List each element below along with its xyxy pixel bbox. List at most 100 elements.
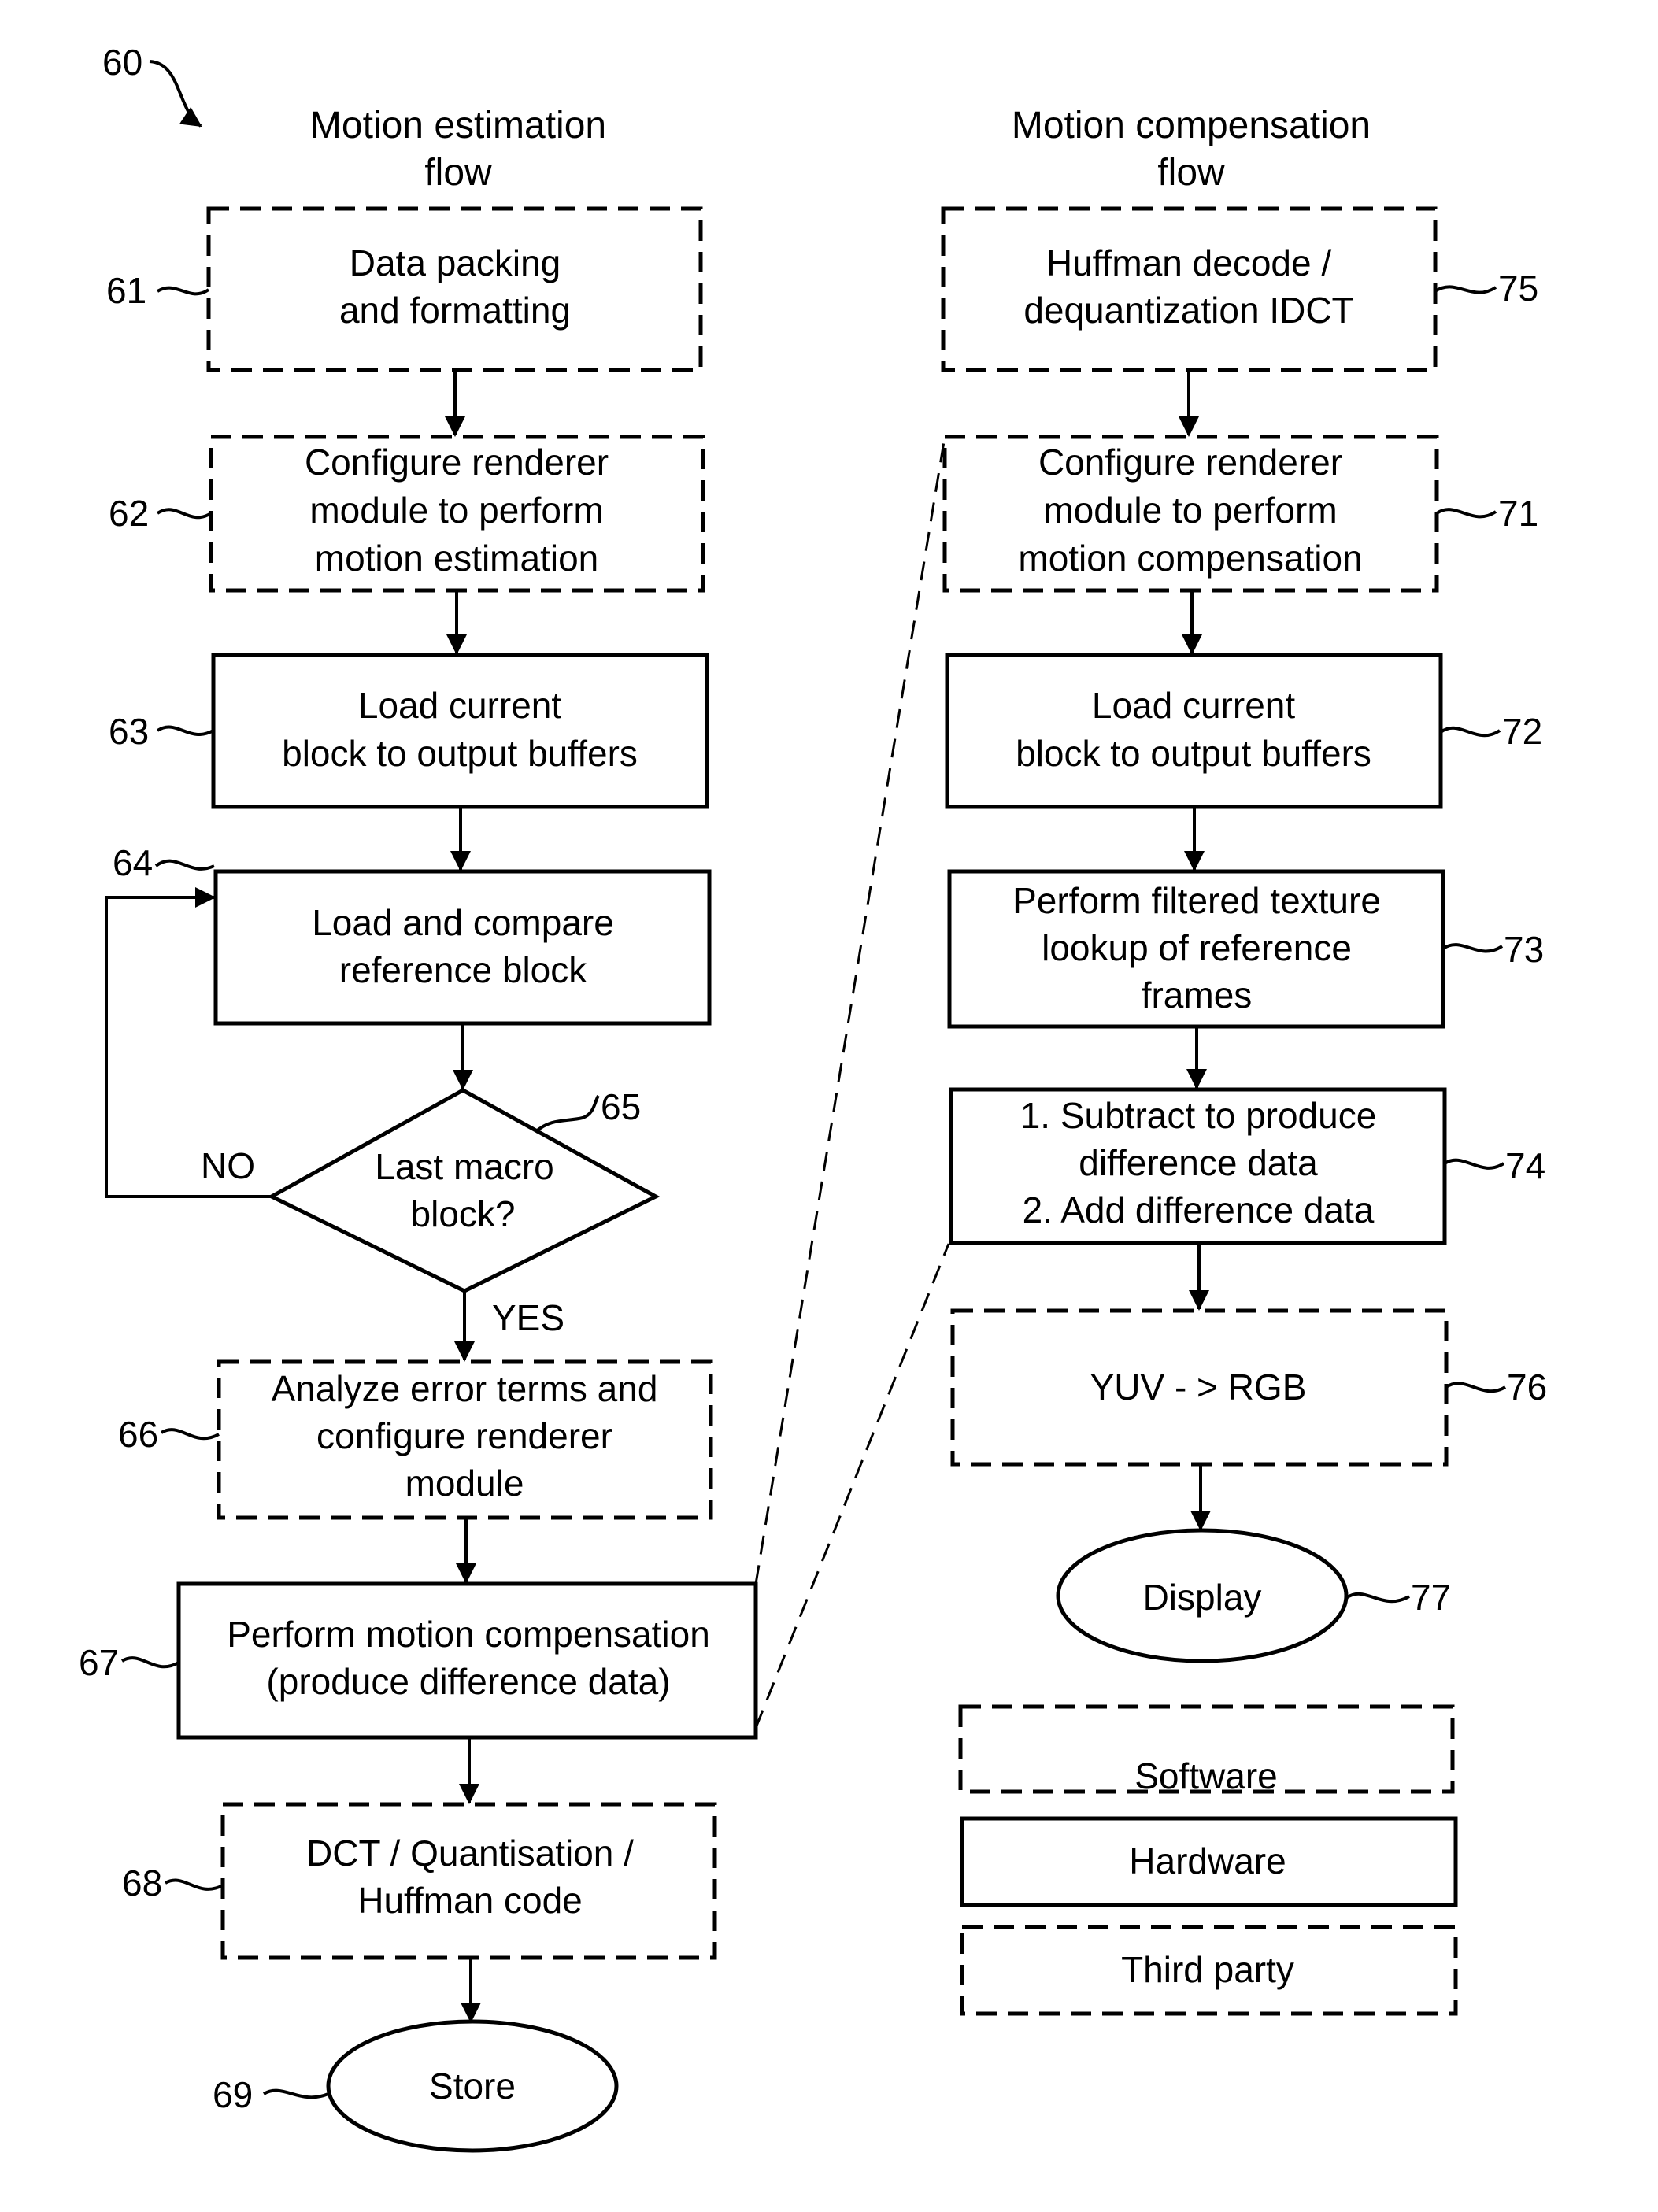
leader-squiggle bbox=[1345, 1592, 1410, 1604]
ref-number: 66 bbox=[118, 1414, 158, 1455]
left-flow-title: Motion estimation flow bbox=[310, 105, 606, 194]
step-text: Configure renderer bbox=[1038, 442, 1342, 483]
leader-squiggle bbox=[262, 2088, 329, 2099]
leader-squiggle bbox=[165, 1878, 224, 1891]
ref-number: 64 bbox=[113, 842, 153, 883]
step-71-configure-compensation: Configure renderer module to perform mot… bbox=[942, 435, 1538, 593]
legend-hardware: Hardware bbox=[960, 1816, 1458, 1907]
legend-software-label: Software bbox=[1134, 1755, 1278, 1796]
ref-number: 71 bbox=[1498, 493, 1538, 534]
leader-squiggle bbox=[1441, 943, 1504, 953]
ref-number: 61 bbox=[106, 270, 146, 311]
step-text: block? bbox=[411, 1193, 516, 1234]
step-text: Display bbox=[1143, 1577, 1262, 1618]
step-68-dct-quantisation: DCT / Quantisation / Huffman code 68 bbox=[122, 1802, 717, 1960]
legend-third-party-label: Third party bbox=[1121, 1949, 1294, 1990]
figure-reference: 60 bbox=[102, 42, 202, 128]
step-text: Perform motion compensation bbox=[227, 1614, 710, 1655]
ref-number: 67 bbox=[79, 1642, 119, 1683]
step-text: module to perform bbox=[1043, 490, 1337, 531]
step-text: and formatting bbox=[339, 290, 571, 331]
right-flow-title-line1: Motion compensation bbox=[1012, 105, 1371, 146]
ref-number: 65 bbox=[601, 1086, 641, 1127]
step-74-subtract-add: 1. Subtract to produce difference data 2… bbox=[949, 1087, 1545, 1245]
yes-label: YES bbox=[492, 1297, 564, 1338]
step-76-yuv-rgb: YUV - > RGB 76 bbox=[950, 1308, 1547, 1467]
right-flow-title: Motion compensation flow bbox=[1012, 105, 1371, 194]
step-text: Analyze error terms and bbox=[272, 1368, 658, 1409]
step-text: YUV - > RGB bbox=[1090, 1367, 1307, 1407]
step-63-load-current-block: Load current block to output buffers 63 bbox=[109, 653, 709, 809]
step-text: DCT / Quantisation / bbox=[306, 1833, 634, 1874]
leader-squiggle bbox=[156, 286, 210, 296]
leader-squiggle bbox=[154, 859, 215, 871]
step-text: module bbox=[405, 1463, 524, 1504]
left-flow-title-line2: flow bbox=[424, 152, 492, 194]
step-62-configure-estimation: Configure renderer module to perform mot… bbox=[109, 435, 705, 593]
legend-third-party: Third party bbox=[960, 1925, 1458, 2016]
step-text: Load current bbox=[358, 685, 561, 726]
ref-number: 63 bbox=[109, 711, 149, 752]
leader-squiggle bbox=[156, 725, 214, 736]
step-text: motion estimation bbox=[315, 538, 599, 579]
step-text: Load and compare bbox=[312, 902, 614, 943]
step-text: Load current bbox=[1092, 685, 1295, 726]
step-69-store: Store 69 bbox=[213, 2019, 619, 2153]
step-text: reference block bbox=[339, 949, 587, 990]
leader-squiggle bbox=[1445, 1382, 1507, 1393]
leader-squiggle bbox=[1443, 1158, 1505, 1170]
flowchart-diagram: 60 Motion estimation flow Motion compens… bbox=[79, 42, 1547, 2153]
ref-number: 68 bbox=[122, 1862, 162, 1903]
leader-squiggle bbox=[156, 508, 213, 520]
decision-diamond bbox=[267, 1088, 661, 1293]
leader-squiggle bbox=[1434, 285, 1497, 294]
step-67-perform-compensation: Perform motion compensation (produce dif… bbox=[79, 1581, 758, 1740]
step-73-texture-lookup: Perform filtered texture lookup of refer… bbox=[947, 869, 1544, 1029]
step-text: module to perform bbox=[309, 490, 603, 531]
legend-hardware-label: Hardware bbox=[1129, 1840, 1286, 1881]
leader-squiggle bbox=[160, 1428, 220, 1441]
step-66-analyze-error: Analyze error terms and configure render… bbox=[118, 1359, 713, 1520]
step-77-display: Display 77 bbox=[1056, 1528, 1451, 1663]
ref-number: 69 bbox=[213, 2074, 253, 2115]
step-text: Huffman code bbox=[357, 1880, 583, 1921]
figure-ref-arrow bbox=[149, 60, 202, 128]
ref-number: 76 bbox=[1507, 1367, 1547, 1407]
step-text: Huffman decode / bbox=[1046, 242, 1331, 283]
ref-number: 74 bbox=[1505, 1145, 1545, 1186]
step-64-load-compare: Load and compare reference block 64 bbox=[113, 842, 712, 1026]
expansion-line-bottom bbox=[754, 1243, 950, 1729]
ref-number: 73 bbox=[1504, 929, 1544, 970]
legend: Software Hardware Third party bbox=[958, 1704, 1458, 2016]
step-61-data-packing: Data packing and formatting 61 bbox=[106, 206, 703, 372]
step-text: Store bbox=[429, 2066, 516, 2107]
leader-squiggle bbox=[1435, 508, 1497, 519]
step-text: Data packing bbox=[350, 242, 561, 283]
step-text: Last macro bbox=[375, 1146, 554, 1187]
step-text: difference data bbox=[1079, 1142, 1318, 1183]
hardware-box bbox=[945, 653, 1443, 809]
step-text: block to output buffers bbox=[1016, 733, 1371, 774]
step-75-huffman-decode: Huffman decode / dequantization IDCT 75 bbox=[941, 206, 1538, 372]
ref-number: 77 bbox=[1411, 1577, 1451, 1618]
expansion-line-top bbox=[754, 436, 946, 1585]
figure-ref-number: 60 bbox=[102, 42, 142, 83]
ref-number: 62 bbox=[109, 493, 149, 534]
leader-squiggle bbox=[120, 1656, 179, 1669]
step-text: lookup of reference bbox=[1042, 927, 1352, 968]
leader-squiggle bbox=[1439, 726, 1501, 738]
step-65-decision: Last macro block? 65 NO YES bbox=[201, 1086, 661, 1338]
ref-number: 72 bbox=[1502, 711, 1542, 752]
step-text: Configure renderer bbox=[305, 442, 609, 483]
right-flow-title-line2: flow bbox=[1157, 152, 1225, 194]
step-text: Perform filtered texture bbox=[1012, 880, 1381, 921]
step-text: 1. Subtract to produce bbox=[1020, 1095, 1377, 1136]
step-72-load-current-block: Load current block to output buffers 72 bbox=[945, 653, 1542, 809]
hardware-box bbox=[213, 869, 712, 1026]
no-label: NO bbox=[201, 1145, 255, 1186]
step-text: block to output buffers bbox=[282, 733, 638, 774]
ref-number: 75 bbox=[1498, 268, 1538, 309]
hardware-box bbox=[211, 653, 709, 809]
step-text: dequantization IDCT bbox=[1023, 290, 1353, 331]
legend-software: Software bbox=[958, 1704, 1455, 1796]
